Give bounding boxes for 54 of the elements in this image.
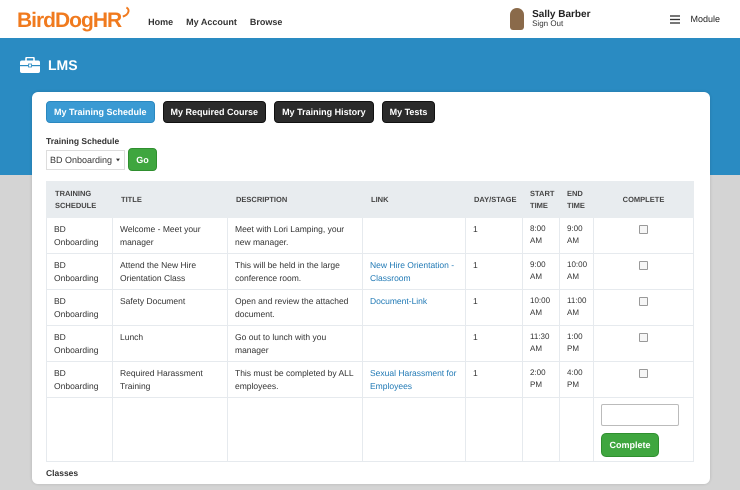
table-cell: BD Onboarding xyxy=(54,332,98,355)
tab[interactable]: My Training History xyxy=(274,101,374,123)
table-cell: 1 xyxy=(473,296,478,306)
table-cell: 1 xyxy=(473,260,478,270)
checkbox[interactable] xyxy=(639,333,648,342)
nav-link[interactable]: Browse xyxy=(250,17,282,27)
tab[interactable]: My Tests xyxy=(382,101,436,123)
checkbox[interactable] xyxy=(639,297,648,306)
caret-icon xyxy=(116,158,120,162)
table-cell: 9:00 AM xyxy=(530,260,546,281)
checkbox[interactable] xyxy=(639,225,648,234)
swirl-icon xyxy=(121,6,130,18)
page-title: LMS xyxy=(48,57,78,73)
menu-icon[interactable] xyxy=(670,14,680,24)
avatar-silhouette xyxy=(510,8,524,30)
sign-out-link[interactable]: Sign Out xyxy=(532,20,590,28)
table-cell: 10:00 AM xyxy=(567,260,588,281)
table-cell: Safety Document xyxy=(120,296,186,306)
table-cell: 10:00 AM xyxy=(530,296,550,317)
table-cell: Go out to lunch with you manager xyxy=(235,332,326,355)
table-cell: 8:00 AM xyxy=(530,224,546,245)
table-cell: BD Onboarding xyxy=(54,224,98,247)
briefcase-icon xyxy=(20,57,40,73)
table-cell: This will be held in the large conference room. xyxy=(235,260,340,283)
table-cell: 1 xyxy=(473,332,478,342)
table-cell: Meet with Lori Lamping, your new manager. xyxy=(235,224,344,247)
table-cell: 1:00 PM xyxy=(567,332,583,353)
table-cell: 4:00 PM xyxy=(567,368,583,389)
table-cell: 9:00 AM xyxy=(567,224,583,245)
table-cell: 11:00 AM xyxy=(567,296,586,317)
table-cell: Attend the New Hire Orientation Class xyxy=(120,260,196,283)
table-cell: BD Onboarding xyxy=(54,260,98,283)
table-cell: BD Onboarding xyxy=(54,368,98,391)
user-name: Sally Barber xyxy=(532,10,590,20)
table-cell: Open and review the attached document. xyxy=(235,296,348,319)
tab[interactable]: My Required Course xyxy=(162,101,266,123)
table-cell: BD Onboarding xyxy=(54,296,98,319)
table-cell: Required Harassment Training xyxy=(120,368,203,391)
schedule-dropdown[interactable]: BD Onboarding xyxy=(46,150,125,170)
table-cell: Lunch xyxy=(120,332,144,342)
module-menu[interactable]: Module xyxy=(690,14,720,24)
table-cell: 2:00 PM xyxy=(530,368,546,389)
checkbox[interactable] xyxy=(639,369,648,378)
field-label: Training Schedule xyxy=(46,136,120,146)
table-cell: This must be completed by ALL employees. xyxy=(235,368,354,391)
section-heading: Classes xyxy=(46,468,80,478)
table-cell: 1 xyxy=(473,224,478,234)
nav-link[interactable]: Home xyxy=(148,17,174,27)
table-cell: 11:30 AM xyxy=(530,332,550,353)
table-cell: 1 xyxy=(473,368,478,378)
table-cell: Welcome - Meet your manager xyxy=(120,224,201,247)
checkbox[interactable] xyxy=(639,261,648,270)
nav-link[interactable]: My Account xyxy=(186,17,237,27)
input-field[interactable] xyxy=(601,404,679,426)
